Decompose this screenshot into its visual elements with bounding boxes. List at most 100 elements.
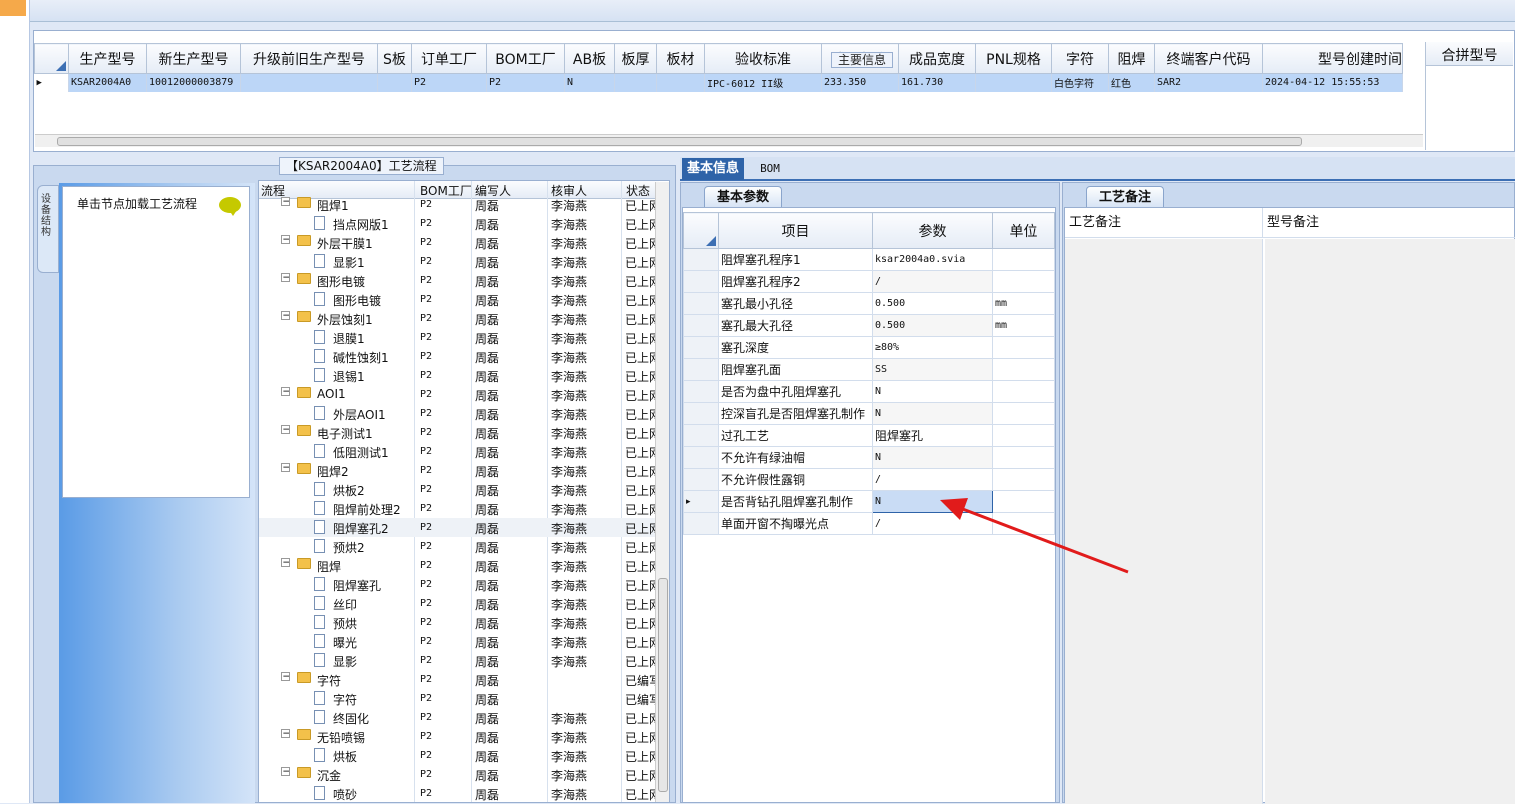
main-cell[interactable]: 233.350 xyxy=(821,73,899,92)
main-col-header[interactable]: 板材 xyxy=(656,43,705,74)
tree-row[interactable]: 碱性蚀刻1 P2 周磊 李海燕 已上网 xyxy=(259,347,659,366)
main-cell[interactable] xyxy=(656,73,705,92)
main-info-hscrollbar[interactable] xyxy=(35,134,1423,147)
tree-row[interactable]: 丝印 P2 周磊 李海燕 已上网 xyxy=(259,594,659,613)
param-row[interactable]: 塞孔深度 ≥80% xyxy=(683,336,1055,359)
main-cell[interactable]: 10012000003879 xyxy=(146,73,241,92)
tree-row[interactable]: − 沉金 P2 周磊 李海燕 已上网 xyxy=(259,765,659,784)
tree-row[interactable]: 显影 P2 周磊 李海燕 已上网 xyxy=(259,651,659,670)
tree-row[interactable]: 终固化 P2 周磊 李海燕 已上网 xyxy=(259,708,659,727)
tree-row[interactable]: − 外层干膜1 P2 周磊 李海燕 已上网 xyxy=(259,233,659,252)
collapse-icon[interactable]: − xyxy=(281,311,290,320)
main-cell[interactable]: IPC-6012 II级 xyxy=(704,73,822,92)
main-cell[interactable]: 红色 xyxy=(1108,73,1155,92)
tree-row[interactable]: 字符 P2 周磊 已编写 xyxy=(259,689,659,708)
main-cell[interactable] xyxy=(614,73,657,92)
main-cell[interactable]: 白色字符 xyxy=(1051,73,1109,92)
param-row[interactable]: 塞孔最小孔径 0.500 mm xyxy=(683,292,1055,315)
main-col-header[interactable]: 新生产型号 xyxy=(146,43,241,74)
param-value-field[interactable]: 0.500 xyxy=(872,314,993,337)
tree-row[interactable]: − 阻焊1 P2 周磊 李海燕 已上网 xyxy=(259,195,659,214)
tree-row[interactable]: 显影1 P2 周磊 李海燕 已上网 xyxy=(259,252,659,271)
tree-row[interactable]: − 字符 P2 周磊 已编写 xyxy=(259,670,659,689)
main-col-header[interactable]: AB板 xyxy=(564,43,615,74)
param-value-field[interactable]: / xyxy=(872,270,993,293)
param-value-field[interactable]: 0.500 xyxy=(872,292,993,315)
tab-bom[interactable]: BOM xyxy=(750,160,790,178)
hscroll-thumb[interactable] xyxy=(57,137,1302,146)
main-col-header[interactable]: 板厚 xyxy=(614,43,657,74)
param-value-field[interactable]: SS xyxy=(872,358,993,381)
model-notes-field[interactable] xyxy=(1265,239,1515,804)
param-row[interactable]: 阻焊塞孔面 SS xyxy=(683,358,1055,381)
main-col-header[interactable]: 成品宽度 xyxy=(898,43,976,74)
collapse-icon[interactable]: − xyxy=(281,425,290,434)
main-cell[interactable]: N xyxy=(564,73,615,92)
main-col-header[interactable]: 升级前旧生产型号 xyxy=(240,43,378,74)
main-col-header[interactable]: 型号创建时间 xyxy=(1262,43,1403,74)
tree-row[interactable]: 外层AOI1 P2 周磊 李海燕 已上网 xyxy=(259,404,659,423)
tree-row[interactable]: − AOI1 P2 周磊 李海燕 已上网 xyxy=(259,385,659,404)
tree-row[interactable]: − 电子测试1 P2 周磊 李海燕 已上网 xyxy=(259,423,659,442)
param-row[interactable]: 阻焊塞孔程序2/ xyxy=(683,270,1055,293)
collapse-icon[interactable]: − xyxy=(281,197,290,206)
main-col-header[interactable]: 终端客户代码 xyxy=(1154,43,1263,74)
param-row[interactable]: 塞孔最大孔径 0.500 mm xyxy=(683,314,1055,337)
main-cell[interactable] xyxy=(377,73,412,92)
collapse-icon[interactable]: − xyxy=(281,235,290,244)
tree-row[interactable]: 退膜1 P2 周磊 李海燕 已上网 xyxy=(259,328,659,347)
main-cell[interactable]: 161.730 xyxy=(898,73,976,92)
main-cell[interactable]: P2 xyxy=(411,73,487,92)
main-col-header[interactable]: 生产型号 xyxy=(68,43,147,74)
param-value-field[interactable]: 阻焊塞孔 xyxy=(872,424,993,447)
tree-row[interactable]: − 图形电镀 P2 周磊 李海燕 已上网 xyxy=(259,271,659,290)
param-value-field[interactable]: ksar2004a0.svia xyxy=(872,248,993,271)
main-col-header[interactable]: S板 xyxy=(377,43,412,74)
tree-row[interactable]: 阻焊塞孔 P2 周磊 李海燕 已上网 xyxy=(259,575,659,594)
tree-row[interactable]: 挡点网版1 P2 周磊 李海燕 已上网 xyxy=(259,214,659,233)
param-row[interactable]: 控深盲孔是否阻焊塞孔制作 N xyxy=(683,402,1055,425)
tree-row[interactable]: 图形电镀 P2 周磊 李海燕 已上网 xyxy=(259,290,659,309)
param-row[interactable]: 是否为盘中孔阻焊塞孔 N xyxy=(683,380,1055,403)
param-value-field[interactable]: N xyxy=(872,446,993,469)
tree-row[interactable]: − 外层蚀刻1 P2 周磊 李海燕 已上网 xyxy=(259,309,659,328)
tree-row[interactable]: 低阻测试1 P2 周磊 李海燕 已上网 xyxy=(259,442,659,461)
main-cell[interactable]: KSAR2004A0 xyxy=(68,73,147,92)
process-tree[interactable]: 流程 BOM工厂 编写人 核审人 状态 −阻焊1P2周磊李海燕已上网挡点网版1P… xyxy=(258,180,670,803)
main-cell[interactable] xyxy=(240,73,378,92)
collapse-icon[interactable]: − xyxy=(281,463,290,472)
param-value-field[interactable]: N xyxy=(872,402,993,425)
tree-row[interactable]: 预烘 P2 周磊 李海燕 已上网 xyxy=(259,613,659,632)
main-col-header[interactable]: 订单工厂 xyxy=(411,43,487,74)
tab-basic-info[interactable]: 基本信息 xyxy=(682,158,744,180)
subtab-process-notes[interactable]: 工艺备注 xyxy=(1086,186,1164,207)
subtab-basic-params[interactable]: 基本参数 xyxy=(704,186,782,207)
equipment-structure-tab[interactable]: 设备结构 xyxy=(37,185,59,273)
vscroll-thumb[interactable] xyxy=(658,578,668,792)
param-row[interactable]: 不允许有绿油帽 N xyxy=(683,446,1055,469)
tree-row[interactable]: 退锡1 P2 周磊 李海燕 已上网 xyxy=(259,366,659,385)
process-tree-vscrollbar[interactable] xyxy=(655,182,669,802)
collapse-icon[interactable]: − xyxy=(281,729,290,738)
main-col-header[interactable]: BOM工厂 xyxy=(486,43,565,74)
main-info-row[interactable]: ▶ KSAR2004A0 10012000003879 P2 P2 N IPC-6012 … xyxy=(34,73,1403,92)
param-value-field[interactable]: N xyxy=(872,380,993,403)
collapse-icon[interactable]: − xyxy=(281,273,290,282)
tree-row[interactable]: − 阻焊 P2 周磊 李海燕 已上网 xyxy=(259,556,659,575)
param-row[interactable]: 阻焊塞孔程序1 ksar2004a0.svia xyxy=(683,248,1055,271)
main-cell[interactable]: 2024-04-12 15:55:53 xyxy=(1262,73,1403,92)
main-col-header[interactable]: 字符 xyxy=(1051,43,1109,74)
collapse-icon[interactable]: − xyxy=(281,767,290,776)
param-row[interactable]: 不允许假性露铜 / xyxy=(683,468,1055,491)
main-cell[interactable] xyxy=(975,73,1052,92)
collapse-icon[interactable]: − xyxy=(281,672,290,681)
param-row[interactable]: 过孔工艺 阻焊塞孔 xyxy=(683,424,1055,447)
tree-row[interactable]: 喷砂 P2 周磊 李海燕 已上网 xyxy=(259,784,659,802)
tree-row[interactable]: 阻焊前处理2 P2 周磊 李海燕 已上网 xyxy=(259,499,659,518)
param-value-field[interactable]: ≥80% xyxy=(872,336,993,359)
tree-row[interactable]: − 无铅喷锡 P2 周磊 李海燕 已上网 xyxy=(259,727,659,746)
main-cell[interactable]: SAR2 xyxy=(1154,73,1263,92)
tree-row[interactable]: 烘板2 P2 周磊 李海燕 已上网 xyxy=(259,480,659,499)
main-col-header[interactable]: 阻焊 xyxy=(1108,43,1155,74)
process-hint-box[interactable]: 单击节点加载工艺流程 xyxy=(62,186,250,498)
